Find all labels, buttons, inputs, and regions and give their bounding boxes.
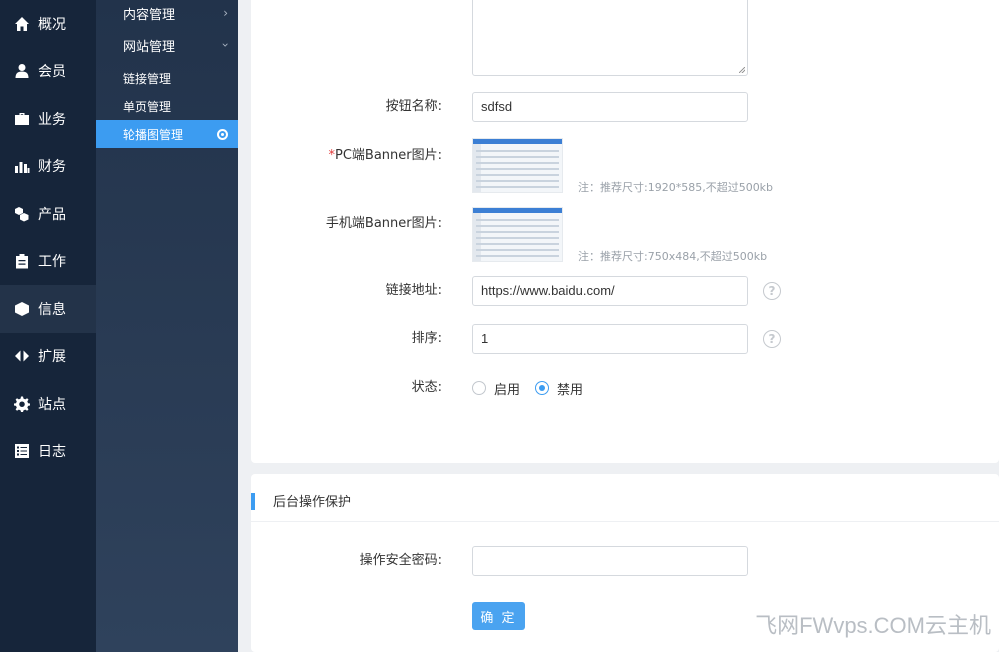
- selected-radio-icon: [217, 128, 228, 140]
- sort-row: 排序:: [251, 324, 442, 354]
- description-textarea[interactable]: [472, 0, 748, 76]
- nav-item-info[interactable]: 信息: [0, 285, 96, 333]
- nav-item-products[interactable]: 产品: [0, 190, 96, 238]
- list-icon: [13, 442, 31, 460]
- chevron-down-icon: ›: [218, 42, 233, 48]
- pc-banner-hint: 注：推荐尺寸:1920*585,不超过500kb: [578, 181, 774, 194]
- nav-label: 信息: [38, 301, 66, 318]
- menu-label: 内容管理: [123, 7, 176, 23]
- chevron-right-icon: ›: [223, 6, 228, 20]
- section-title: 后台操作保护: [273, 495, 352, 510]
- mobile-banner-hint: 注：推荐尺寸:750x484,不超过500kb: [578, 250, 768, 263]
- main-content: 按钮名称: sdfsd *PC端Banner图片: 注：推荐尺寸:1920*58…: [238, 0, 999, 652]
- nav-label: 站点: [38, 396, 66, 413]
- menu-site-manage[interactable]: 网站管理 ›: [96, 26, 238, 64]
- nav-item-members[interactable]: 会员: [0, 48, 96, 96]
- button-name-row: 按钮名称:: [251, 92, 442, 122]
- user-icon: [13, 62, 31, 80]
- menu-carousel-manage[interactable]: 轮播图管理: [96, 120, 238, 148]
- briefcase-icon: [13, 110, 31, 128]
- section-header: 后台操作保护: [251, 484, 999, 522]
- nav-label: 扩展: [38, 349, 66, 366]
- cubes-icon: [13, 205, 31, 223]
- nav-item-finance[interactable]: 财务: [0, 143, 96, 191]
- mobile-banner-row: 手机端Banner图片:: [251, 209, 442, 239]
- password-label: 操作安全密码:: [359, 553, 442, 568]
- radio-checked-icon: [535, 381, 550, 395]
- clipboard-icon: [13, 252, 31, 270]
- link-input[interactable]: https://www.baidu.com/: [472, 276, 748, 306]
- arrows-icon: [13, 347, 31, 365]
- nav-item-logs[interactable]: 日志: [0, 428, 96, 476]
- resize-handle-icon[interactable]: [739, 67, 745, 73]
- security-password-input[interactable]: [472, 546, 748, 576]
- nav-item-site[interactable]: 站点: [0, 380, 96, 428]
- nav-item-overview[interactable]: 概况: [0, 0, 96, 48]
- watermark: 飞网FWvps.COM云主机: [755, 613, 991, 638]
- nav-item-work[interactable]: 工作: [0, 238, 96, 286]
- nav-label: 会员: [38, 64, 66, 81]
- pc-banner-thumbnail[interactable]: [472, 138, 563, 193]
- nav-label: 财务: [38, 159, 66, 176]
- password-row: 操作安全密码:: [251, 546, 442, 576]
- nav-label: 产品: [38, 206, 66, 223]
- status-enable-radio[interactable]: 启用: [472, 379, 520, 398]
- menu-label: 网站管理: [123, 39, 176, 55]
- status-disable-radio[interactable]: 禁用: [535, 379, 583, 398]
- status-row: 状态:: [251, 373, 442, 403]
- pc-banner-row: *PC端Banner图片:: [251, 141, 442, 171]
- cube-icon: [13, 300, 31, 318]
- mobile-banner-label: 手机端Banner图片:: [325, 216, 442, 231]
- status-label: 状态:: [411, 380, 442, 395]
- menu-content-manage[interactable]: 内容管理 ›: [96, 0, 238, 26]
- menu-label: 轮播图管理: [123, 127, 184, 142]
- menu-link-manage[interactable]: 链接管理: [96, 64, 238, 92]
- nav-label: 日志: [38, 444, 66, 461]
- help-icon[interactable]: ?: [763, 282, 781, 300]
- radio-label: 禁用: [557, 382, 584, 398]
- home-icon: [13, 15, 31, 33]
- radio-label: 启用: [494, 382, 521, 398]
- secondary-sidebar: 内容管理 › 网站管理 › 链接管理 单页管理 轮播图管理: [96, 0, 238, 652]
- help-icon[interactable]: ?: [763, 330, 781, 348]
- bar-chart-icon: [13, 157, 31, 175]
- button-name-input[interactable]: sdfsd: [472, 92, 748, 122]
- nav-label: 工作: [38, 254, 66, 271]
- link-row: 链接地址:: [251, 276, 442, 306]
- sort-label: 排序:: [411, 331, 442, 346]
- status-radio-group: 启用 禁用: [472, 378, 598, 398]
- link-label: 链接地址:: [385, 283, 442, 298]
- banner-form-card: 按钮名称: sdfsd *PC端Banner图片: 注：推荐尺寸:1920*58…: [251, 0, 999, 463]
- radio-circle-icon: [472, 381, 486, 395]
- nav-item-extend[interactable]: 扩展: [0, 333, 96, 381]
- menu-page-manage[interactable]: 单页管理: [96, 92, 238, 120]
- confirm-button[interactable]: 确 定: [472, 602, 525, 630]
- menu-label: 链接管理: [123, 71, 172, 86]
- primary-sidebar: 概况 会员 业务 财务 产品 工作 信息 扩展 站点 日志: [0, 0, 96, 652]
- nav-item-business[interactable]: 业务: [0, 95, 96, 143]
- section-accent-bar: [251, 493, 255, 510]
- nav-label: 概况: [38, 16, 66, 33]
- nav-label: 业务: [38, 111, 66, 128]
- button-name-label: 按钮名称:: [385, 99, 442, 114]
- pc-banner-label: PC端Banner图片:: [334, 148, 442, 163]
- mobile-banner-thumbnail[interactable]: [472, 207, 563, 262]
- gear-icon: [13, 395, 31, 413]
- menu-label: 单页管理: [123, 99, 172, 114]
- sort-input[interactable]: 1: [472, 324, 748, 354]
